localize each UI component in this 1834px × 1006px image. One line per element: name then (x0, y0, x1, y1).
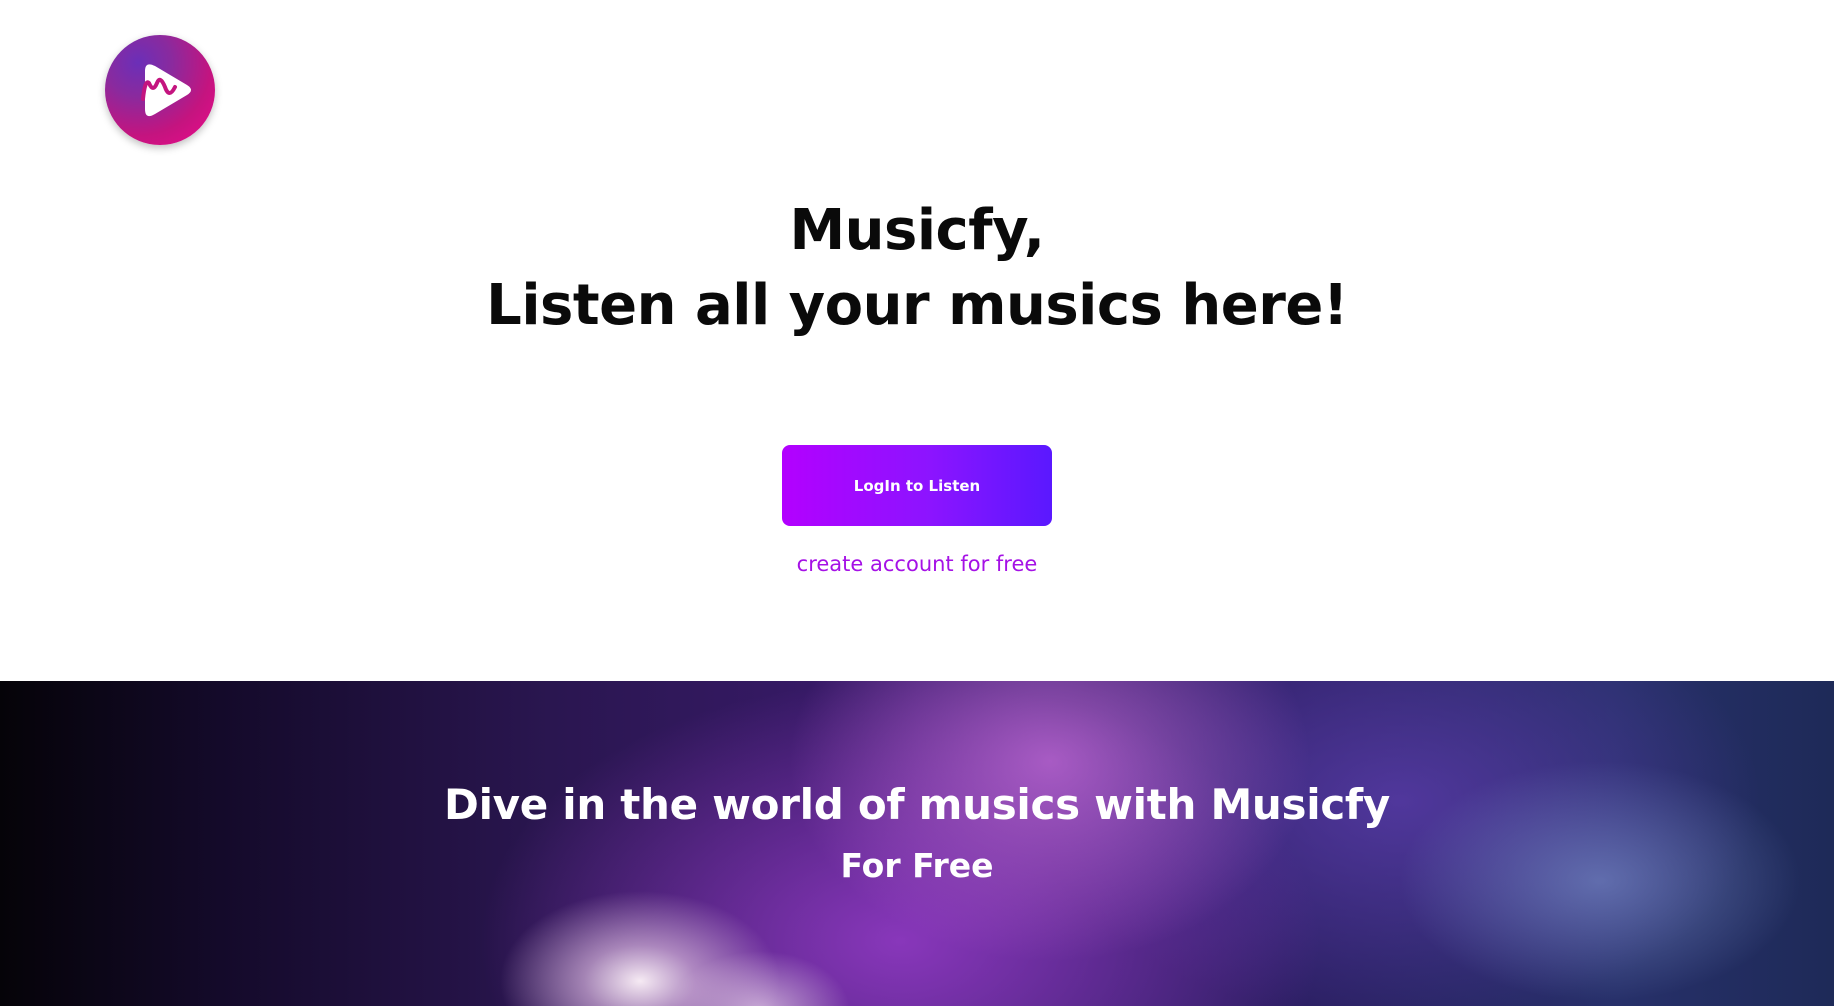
promo-banner: Dive in the world of musics with Musicfy… (0, 681, 1834, 1006)
hero-section: Musicfy, Listen all your musics here! Lo… (0, 0, 1834, 681)
hero-title: Musicfy, (789, 198, 1045, 263)
banner-title: Dive in the world of musics with Musicfy (444, 780, 1390, 829)
landing-page: Musicfy, Listen all your musics here! Lo… (0, 0, 1834, 1006)
banner-subtitle: For Free (840, 846, 994, 885)
create-account-link[interactable]: create account for free (0, 552, 1834, 576)
hero-tagline: Listen all your musics here! (486, 273, 1348, 338)
login-button[interactable]: LogIn to Listen (782, 445, 1052, 526)
